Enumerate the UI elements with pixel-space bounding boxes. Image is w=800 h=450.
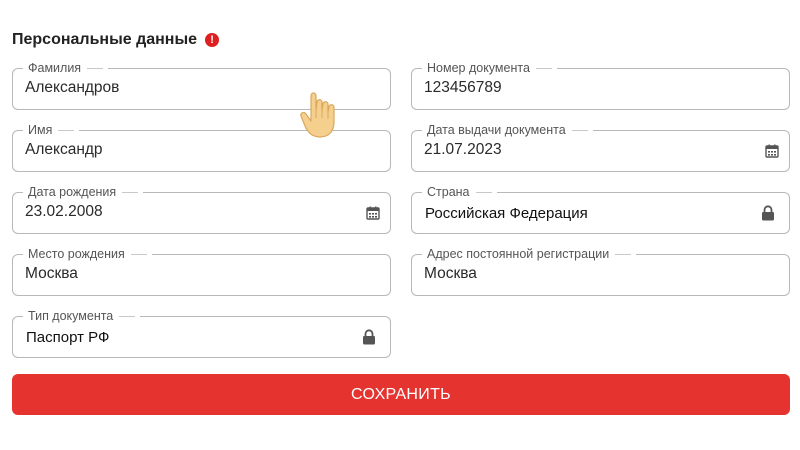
- birth-place-input[interactable]: [25, 265, 355, 283]
- country-label: Страна: [422, 185, 497, 199]
- address-field[interactable]: Адрес постоянной регистрации: [411, 247, 790, 296]
- birth-date-label: Дата рождения: [23, 185, 144, 199]
- doc-number-label: Номер документа: [422, 61, 557, 75]
- doc-number-field[interactable]: Номер документа: [411, 61, 790, 110]
- lock-icon: [762, 205, 774, 221]
- section-header: Персональные данные !: [12, 31, 220, 49]
- section-title: Персональные данные: [12, 31, 198, 48]
- birth-place-field[interactable]: Место рождения: [12, 247, 391, 296]
- address-label: Адрес постоянной регистрации: [422, 247, 637, 261]
- calendar-icon[interactable]: [366, 206, 380, 220]
- issue-date-label: Дата выдачи документа: [422, 123, 593, 137]
- personal-data-form: Персональные данные ! Фамилия Номер доку…: [0, 0, 800, 450]
- issue-date-input[interactable]: [424, 141, 754, 159]
- birth-date-input[interactable]: [25, 203, 355, 221]
- birth-date-field[interactable]: Дата рождения: [12, 185, 391, 234]
- doc-number-input[interactable]: [424, 79, 754, 97]
- doc-type-label: Тип документа: [23, 309, 141, 323]
- country-value: Российская Федерация: [425, 205, 588, 222]
- doc-type-value: Паспорт РФ: [26, 329, 110, 346]
- exclamation-circle-icon: !: [205, 33, 220, 47]
- name-label: Имя: [23, 123, 80, 137]
- doc-type-field: Тип документа Паспорт РФ: [12, 309, 391, 358]
- address-input[interactable]: [424, 265, 754, 283]
- name-input[interactable]: [25, 141, 355, 159]
- surname-label: Фамилия: [23, 61, 109, 75]
- calendar-icon[interactable]: [765, 144, 779, 158]
- hand-pointer-icon: [300, 92, 335, 138]
- lock-icon: [363, 329, 375, 345]
- issue-date-field[interactable]: Дата выдачи документа: [411, 123, 790, 172]
- birth-place-label: Место рождения: [23, 247, 152, 261]
- country-field: Страна Российская Федерация: [411, 185, 790, 234]
- save-button[interactable]: СОХРАНИТЬ: [12, 374, 790, 415]
